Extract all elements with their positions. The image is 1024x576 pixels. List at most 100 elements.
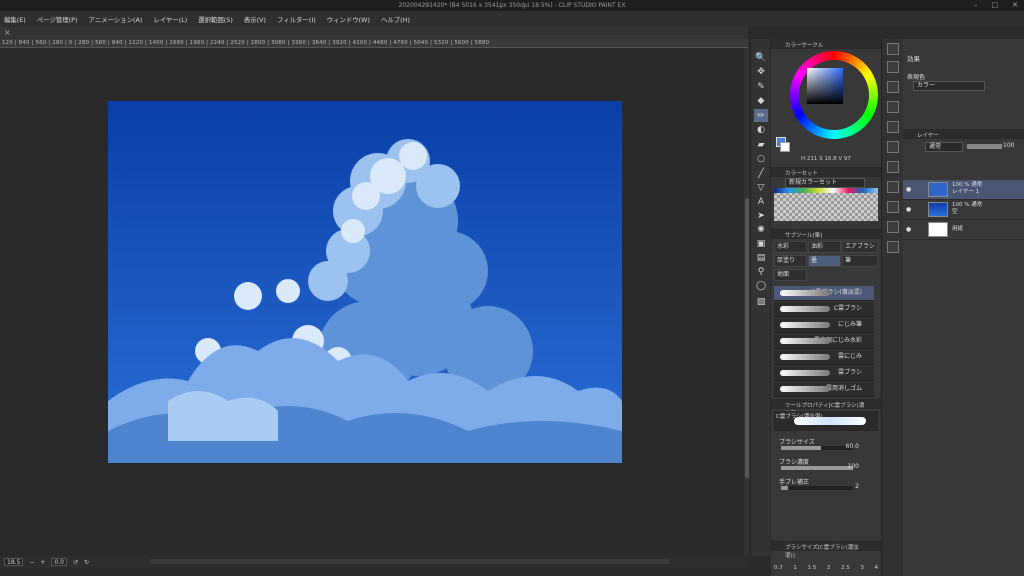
category-ground[interactable]: 地面	[774, 269, 807, 281]
brush-label: 雲用消しゴム	[825, 385, 862, 392]
color-set-swatches[interactable]	[774, 188, 878, 193]
panel-toggle-icon[interactable]	[887, 121, 899, 133]
eye-icon[interactable]: ●	[906, 206, 911, 213]
expression-color-label: 表現色	[907, 74, 926, 81]
move-tool-icon[interactable]: ✥	[754, 65, 768, 78]
menu-edit[interactable]: 編集(E)	[4, 15, 26, 24]
sub-color-swatch[interactable]	[780, 142, 790, 152]
brush-item[interactable]: 雪表現にじみ水彩	[774, 334, 874, 349]
layer-row[interactable]: ● 用紙	[903, 220, 1024, 240]
maximize-button[interactable]: □	[992, 1, 999, 9]
panel-toggle-icon[interactable]	[887, 221, 899, 233]
shape-tool-icon[interactable]: ○	[754, 152, 768, 165]
line-tool-icon[interactable]: ╱	[754, 167, 768, 180]
text-tool-icon[interactable]: A	[754, 195, 768, 208]
correction-tool-icon[interactable]: ⚲	[754, 265, 768, 278]
menu-selection[interactable]: 選択範囲(S)	[198, 15, 233, 24]
minimize-button[interactable]: –	[974, 1, 978, 9]
eraser-tool-icon[interactable]: ◆	[754, 94, 768, 107]
panel-toggle-icon[interactable]	[887, 61, 899, 73]
category-thick-paint[interactable]: 厚塗り	[774, 255, 807, 267]
zoom-value[interactable]: 18.5	[4, 558, 24, 566]
eye-icon[interactable]: ●	[906, 186, 911, 193]
brush-item[interactable]: C雲ブラシ(濃淡混)	[774, 286, 874, 301]
canvas-tab-bar: ×	[0, 27, 748, 39]
rotate-left-icon[interactable]: ↺	[73, 559, 78, 566]
panel-toggle-icon[interactable]	[887, 141, 899, 153]
brush-size-preset[interactable]: 1	[793, 565, 797, 571]
operation-tool-icon[interactable]: ➤	[754, 209, 768, 222]
panel-toggle-icon[interactable]	[887, 201, 899, 213]
hsv-readout: H 211 S 16.8 V 97	[801, 156, 851, 162]
brush-size-value[interactable]: 60.0	[839, 443, 859, 450]
horizontal-scrollbar[interactable]	[150, 559, 670, 564]
angle-value[interactable]: 0.0	[51, 558, 67, 566]
brush-item[interactable]: C雲ブラシ	[774, 302, 874, 317]
brush-size-preset[interactable]: 2.5	[841, 565, 850, 571]
opacity-value[interactable]: 100	[1003, 142, 1014, 149]
panel-toggle-icon[interactable]	[887, 181, 899, 193]
color-wheel-title: カラーサークル	[771, 39, 881, 49]
layer-thumbnail	[928, 182, 948, 197]
close-tab-icon[interactable]: ×	[4, 28, 11, 37]
blend-mode-dropdown[interactable]: 通常	[925, 142, 963, 152]
layer-row[interactable]: ● 100 % 通常 空	[903, 200, 1024, 220]
stabilization-label: 手ブレ補正	[779, 479, 810, 486]
category-brush[interactable]: 筆	[842, 255, 878, 267]
zoom-out-icon[interactable]: −	[29, 559, 34, 566]
navigator-icon[interactable]	[887, 43, 899, 55]
menu-page[interactable]: ページ管理(P)	[37, 15, 78, 24]
menu-animation[interactable]: アニメーション(A)	[88, 15, 142, 24]
brush-density-value[interactable]: 100	[839, 463, 859, 470]
menu-help[interactable]: ヘルプ(H)	[381, 15, 410, 24]
brush-label: 雲ブラシ	[838, 369, 862, 376]
panel-toggle-icon[interactable]	[887, 81, 899, 93]
opacity-slider[interactable]	[967, 144, 1002, 149]
layer-row[interactable]: ● 100 % 通常 レイヤー 1	[903, 180, 1024, 200]
brush-item[interactable]: にじみ筆	[774, 318, 874, 333]
menu-window[interactable]: ウィンドウ(W)	[327, 15, 370, 24]
close-button[interactable]: ✕	[1012, 1, 1018, 9]
main-sub-color-icon[interactable]: ▨	[754, 295, 768, 308]
gradient-tool-icon[interactable]: ▰	[754, 138, 768, 151]
brush-size-preset[interactable]: 4	[875, 565, 879, 571]
drawing-canvas[interactable]	[108, 101, 622, 463]
cloud-artwork	[108, 101, 622, 463]
saturation-value-square[interactable]	[807, 68, 843, 104]
expression-color-dropdown[interactable]: カラー	[913, 81, 985, 91]
panel-toggle-icon[interactable]	[887, 101, 899, 113]
category-ink[interactable]: 墨	[808, 255, 841, 267]
balloon-tool-icon[interactable]: ◯	[754, 279, 768, 292]
category-airbrush[interactable]: エアブラシ	[842, 241, 878, 253]
brush-tool-icon[interactable]: ✏	[754, 109, 768, 122]
brush-size-preset[interactable]: 1.5	[808, 565, 817, 571]
zoom-in-icon[interactable]: +	[40, 559, 45, 566]
zoom-tool-icon[interactable]: 🔍	[754, 51, 768, 64]
eye-icon[interactable]: ●	[906, 226, 911, 233]
menu-layer[interactable]: レイヤー(L)	[153, 15, 187, 24]
brush-size-preset[interactable]: 3	[860, 565, 864, 571]
ruler-tool-icon[interactable]: ▤	[754, 251, 768, 264]
frame-tool-icon[interactable]: ▽	[754, 181, 768, 194]
stabilization-value[interactable]: 2	[839, 483, 859, 490]
color-wheel[interactable]	[790, 51, 878, 139]
brush-item[interactable]: 雲用消しゴム	[774, 382, 874, 397]
color-set-grid[interactable]	[774, 189, 878, 221]
brush-item[interactable]: 雲にじみ	[774, 350, 874, 365]
menu-view[interactable]: 表示(V)	[244, 15, 266, 24]
brush-size-preset[interactable]: 2	[827, 565, 831, 571]
category-watercolor[interactable]: 水彩	[774, 241, 807, 253]
category-oil[interactable]: 油彩	[808, 241, 841, 253]
blend-tool-icon[interactable]: ✺	[754, 223, 768, 236]
color-set-dropdown[interactable]: 新規カラーセット	[785, 178, 865, 188]
menu-filter[interactable]: フィルター(I)	[277, 15, 316, 24]
brush-density-label: ブラシ濃度	[779, 459, 809, 466]
brush-item[interactable]: 雲ブラシ	[774, 366, 874, 381]
pen-tool-icon[interactable]: ✎	[754, 80, 768, 93]
fill-tool-icon[interactable]: ◐	[754, 123, 768, 136]
brush-size-preset[interactable]: 0.7	[774, 565, 783, 571]
panel-toggle-icon[interactable]	[887, 241, 899, 253]
layer-move-icon[interactable]: ▣	[754, 237, 768, 250]
panel-toggle-icon[interactable]	[887, 161, 899, 173]
rotate-right-icon[interactable]: ↻	[84, 559, 89, 566]
